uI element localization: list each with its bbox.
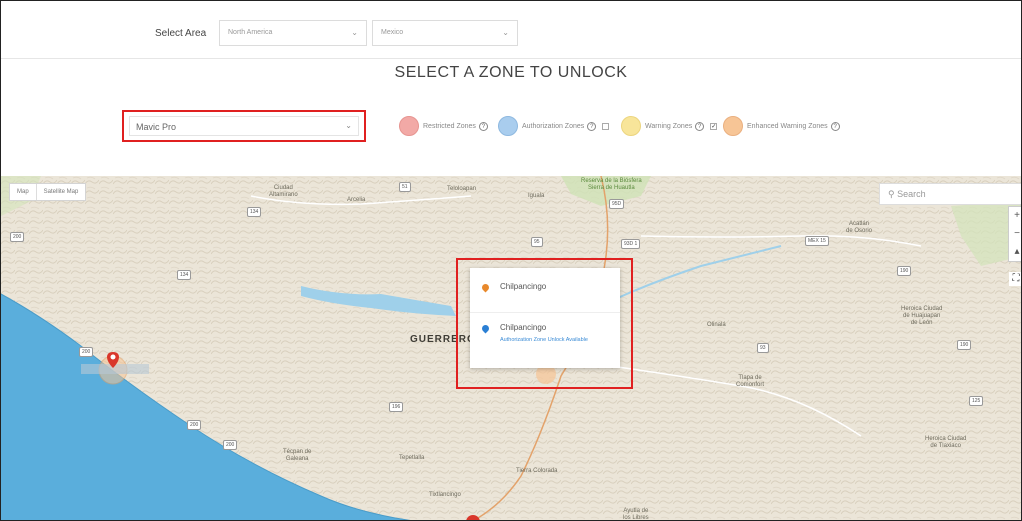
- map-label-city: Técpan de Galeana: [283, 449, 312, 462]
- help-icon[interactable]: ?: [830, 121, 840, 131]
- highway-shield-icon: 200: [10, 232, 25, 242]
- warning-zone-swatch: [621, 116, 641, 136]
- map-search-input[interactable]: ⚲ Search: [879, 183, 1021, 205]
- map-label-city: Tixtlancingo: [429, 492, 461, 498]
- fullscreen-icon[interactable]: ⛶: [1009, 272, 1021, 286]
- map-type-toggle: Map Satellite Map: [9, 183, 87, 201]
- highway-shield-icon: 200: [223, 440, 238, 450]
- legend-authorization: Authorization Zones ?: [498, 115, 612, 137]
- map-label-city: Ayutla de los Libres: [623, 508, 649, 521]
- map-label-city: Heroica Ciudad de Huajuapan de León: [901, 306, 943, 326]
- zoom-out-button[interactable]: −: [1009, 225, 1021, 243]
- highway-shield-icon: 190: [957, 340, 972, 350]
- map-label-reserve: Reserva de la Biósfera Sierra de Huautla: [581, 178, 642, 191]
- page-title: SELECT A ZONE TO UNLOCK: [394, 64, 628, 81]
- compass-icon[interactable]: ▴: [1009, 243, 1021, 261]
- highway-shield-icon: 95D: [609, 199, 625, 209]
- select-area-label: Select Area: [155, 28, 207, 39]
- legend-warning: Warning Zones ? ✓: [621, 115, 720, 137]
- popup-zone-name: Chilpancingo: [500, 282, 547, 291]
- country-select[interactable]: Mexico ⌄: [372, 20, 518, 46]
- highway-shield-icon: 134: [177, 270, 192, 280]
- chevron-down-icon: ⌄: [351, 28, 358, 37]
- highway-shield-icon: 190: [897, 266, 912, 276]
- map-label-city: Tepetlalla: [399, 455, 425, 461]
- area-selector-bar: Select Area North America ⌄ Mexico ⌄: [1, 1, 1021, 59]
- zone-popup: Chilpancingo Chilpancingo Authorization …: [470, 268, 620, 368]
- legend-label: Restricted Zones: [423, 122, 476, 130]
- map-label-city: Acatlán de Osorio: [846, 221, 873, 234]
- help-icon[interactable]: ?: [695, 121, 705, 131]
- continent-select[interactable]: North America ⌄: [219, 20, 367, 46]
- map-label-city: Arcelia: [347, 197, 366, 203]
- popup-zone-name: Chilpancingo: [500, 323, 547, 332]
- highway-shield-icon: 93: [757, 343, 769, 353]
- drone-model-value: Mavic Pro: [136, 122, 177, 132]
- highway-shield-icon: 93D 1: [621, 239, 641, 249]
- authorization-zone-checkbox[interactable]: [602, 122, 610, 130]
- map-label-city: Ciudad Altamirano: [269, 185, 298, 198]
- restricted-zone-swatch: [399, 116, 419, 136]
- satellite-map-button[interactable]: Satellite Map: [35, 184, 86, 200]
- highway-shield-icon: 134: [247, 207, 262, 217]
- help-icon[interactable]: ?: [478, 121, 488, 131]
- highway-shield-icon: 95: [531, 237, 543, 247]
- search-placeholder: Search: [897, 189, 926, 199]
- drone-model-select[interactable]: Mavic Pro ⌄: [129, 116, 359, 136]
- map-label-city: Tierra Colorada: [516, 468, 558, 474]
- map-label-city: Tlapa de Comonfort: [736, 375, 765, 388]
- map-label-city: Olinalá: [707, 322, 726, 328]
- highway-shield-icon: 51: [399, 182, 411, 192]
- map-pin-icon: [480, 282, 491, 293]
- highway-shield-icon: 200: [187, 420, 202, 430]
- zoom-control: + − ▴: [1008, 206, 1021, 262]
- map-pin-icon: [480, 323, 491, 334]
- highway-shield-icon: 196: [389, 402, 404, 412]
- map-label-city: Iguala: [528, 193, 545, 199]
- map-label-city: Teloloapan: [447, 186, 477, 192]
- highway-shield-icon: 200: [79, 347, 94, 357]
- authorization-zone-swatch: [498, 116, 518, 136]
- legend-label: Warning Zones: [645, 122, 693, 130]
- enhanced-warning-zone-swatch: [723, 116, 743, 136]
- chevron-down-icon: ⌄: [502, 28, 509, 37]
- map-label-city: Heroica Ciudad de Tlaxiaco: [925, 436, 967, 449]
- legend-enhanced-warning: Enhanced Warning Zones ?: [723, 115, 840, 137]
- legend-label: Enhanced Warning Zones: [747, 122, 828, 130]
- legend-restricted: Restricted Zones ?: [399, 115, 488, 137]
- unlock-available-link[interactable]: Authorization Zone Unlock Available: [500, 337, 588, 343]
- app-frame: Select Area North America ⌄ Mexico ⌄ SEL…: [0, 0, 1022, 521]
- country-select-value: Mexico: [381, 29, 404, 36]
- search-icon: ⚲: [888, 189, 898, 199]
- zoom-in-button[interactable]: +: [1009, 207, 1021, 225]
- continent-select-value: North America: [228, 29, 273, 36]
- help-icon[interactable]: ?: [587, 121, 597, 131]
- map-button[interactable]: Map: [10, 184, 36, 200]
- legend-label: Authorization Zones: [522, 122, 585, 130]
- divider: [470, 312, 620, 313]
- drone-select-highlight: Mavic Pro ⌄: [122, 110, 366, 142]
- chevron-down-icon: ⌄: [345, 121, 352, 130]
- highway-shield-icon: 125: [969, 396, 984, 406]
- warning-zone-checkbox[interactable]: ✓: [710, 122, 718, 130]
- highway-shield-icon: MEX 15: [805, 236, 829, 246]
